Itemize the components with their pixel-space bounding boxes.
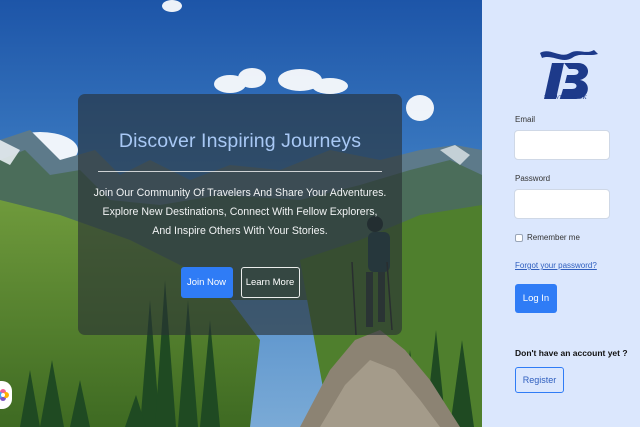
learn-more-button[interactable]: Learn More bbox=[240, 267, 300, 298]
logo-text: TRAVEL BOOK bbox=[544, 94, 587, 101]
no-account-text: Don't have an account yet ? bbox=[515, 348, 628, 358]
register-button[interactable]: Register bbox=[515, 367, 564, 393]
flower-icon bbox=[0, 389, 9, 401]
floating-widget[interactable] bbox=[0, 381, 12, 409]
remember-me[interactable]: Remember me bbox=[515, 233, 580, 242]
login-panel: TRAVEL BOOK Email Password Remember me F… bbox=[482, 0, 640, 427]
hero-card: Discover Inspiring Journeys Join Our Com… bbox=[78, 94, 402, 335]
hero-title: Discover Inspiring Journeys bbox=[118, 130, 362, 152]
page: Discover Inspiring Journeys Join Our Com… bbox=[0, 0, 640, 427]
forgot-password-link[interactable]: Forgot your password? bbox=[515, 261, 597, 270]
hero-description: Join Our Community Of Travelers And Shar… bbox=[93, 187, 387, 237]
email-field[interactable] bbox=[514, 130, 610, 160]
login-button[interactable]: Log In bbox=[515, 284, 557, 313]
password-field[interactable] bbox=[514, 189, 610, 219]
hero-actions: Join Now Learn More bbox=[78, 267, 402, 298]
email-label: Email bbox=[515, 115, 536, 124]
hero-divider bbox=[98, 171, 382, 172]
remember-me-label: Remember me bbox=[527, 233, 580, 242]
join-now-button[interactable]: Join Now bbox=[180, 267, 233, 298]
remember-me-checkbox[interactable] bbox=[515, 233, 523, 242]
password-label: Password bbox=[515, 174, 551, 183]
